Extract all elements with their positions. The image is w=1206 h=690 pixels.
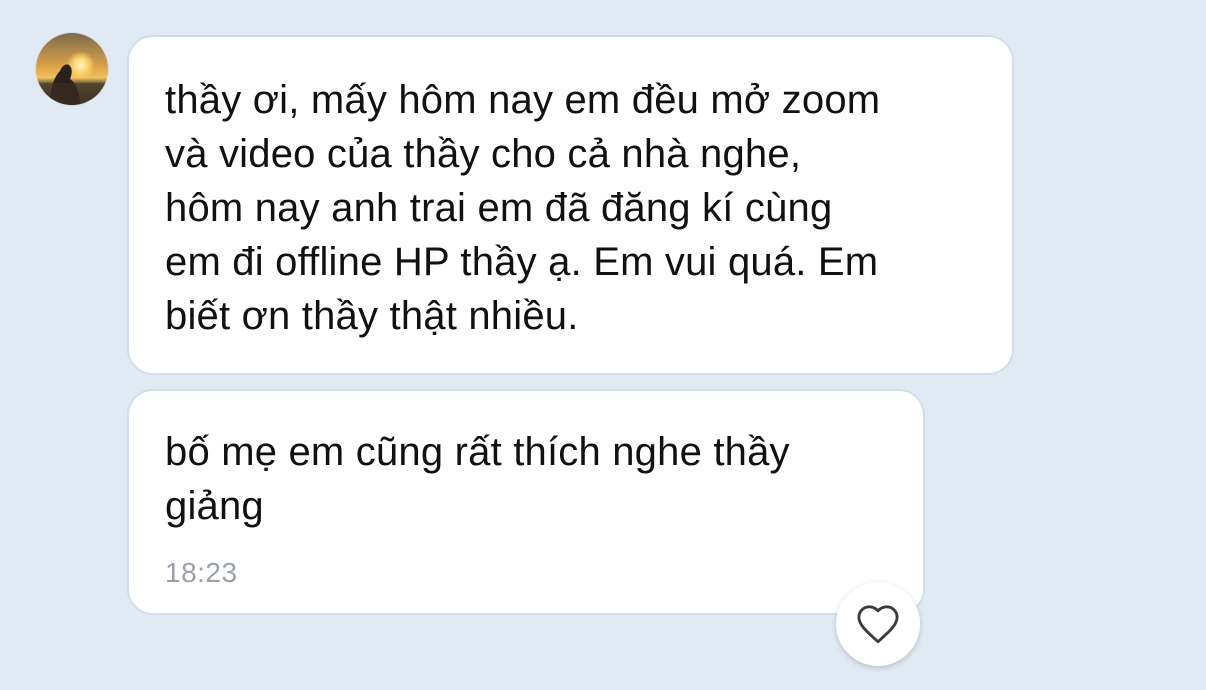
- heart-outline-icon: [857, 605, 899, 644]
- message-bubble[interactable]: bố mẹ em cũng rất thích nghe thầy giảng …: [127, 389, 925, 615]
- message-timestamp: 18:23: [165, 557, 238, 588]
- like-button[interactable]: [836, 582, 920, 666]
- message-text: thầy ơi, mấy hôm nay em đều mở zoom và v…: [165, 78, 881, 338]
- message-bubble[interactable]: thầy ơi, mấy hôm nay em đều mở zoom và v…: [127, 35, 1014, 375]
- message-text: bố mẹ em cũng rất thích nghe thầy giảng: [165, 430, 790, 528]
- sender-avatar[interactable]: [36, 33, 108, 105]
- avatar-sunset-photo: [36, 33, 108, 105]
